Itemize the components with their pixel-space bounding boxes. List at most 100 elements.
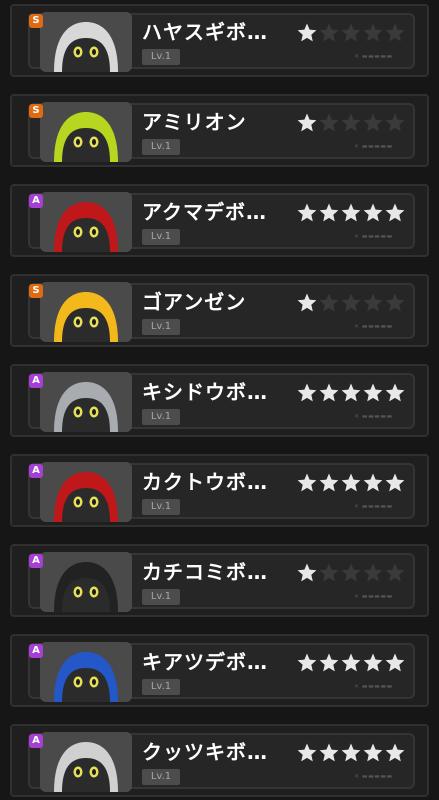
level-badge: Lv.1 bbox=[142, 589, 180, 605]
robot-card-8[interactable]: A キアツデボ… Lv.1 ✕ ▬▬▬▬▬ bbox=[10, 634, 429, 707]
robot-name: ハヤスギボ… bbox=[142, 20, 268, 44]
level-badge: Lv.1 bbox=[142, 319, 180, 335]
star-rating bbox=[296, 472, 406, 494]
blue-robot-portrait bbox=[40, 642, 132, 702]
star-empty-icon bbox=[384, 562, 406, 584]
star-empty-icon bbox=[362, 22, 384, 44]
robot-name: クッツキボ… bbox=[142, 740, 268, 764]
star-filled-icon bbox=[340, 202, 362, 224]
rank-badge: A bbox=[29, 194, 43, 208]
star-rating bbox=[296, 22, 406, 44]
star-rating bbox=[296, 382, 406, 404]
star-filled-icon bbox=[296, 22, 318, 44]
robot-name: カクトウボ… bbox=[142, 470, 268, 494]
star-empty-icon bbox=[340, 112, 362, 134]
star-filled-icon bbox=[362, 472, 384, 494]
samurai-robot-portrait bbox=[40, 552, 132, 612]
level-badge: Lv.1 bbox=[142, 499, 180, 515]
star-filled-icon bbox=[384, 202, 406, 224]
robot-name: アクマデボ… bbox=[142, 200, 267, 224]
star-empty-icon bbox=[318, 292, 340, 314]
star-empty-icon bbox=[362, 292, 384, 314]
star-filled-icon bbox=[340, 652, 362, 674]
robot-card-3[interactable]: A アクマデボ… Lv.1 ✕ ▬▬▬▬▬ bbox=[10, 184, 429, 257]
star-empty-icon bbox=[384, 292, 406, 314]
star-empty-icon bbox=[362, 112, 384, 134]
star-filled-icon bbox=[296, 382, 318, 404]
star-rating bbox=[296, 562, 406, 584]
star-filled-icon bbox=[296, 202, 318, 224]
star-filled-icon bbox=[296, 112, 318, 134]
rank-badge: A bbox=[29, 554, 43, 568]
green-rabbit-robot-portrait bbox=[40, 102, 132, 162]
robot-name: ゴアンゼン bbox=[142, 290, 247, 314]
rank-badge: A bbox=[29, 734, 43, 748]
star-empty-icon bbox=[340, 562, 362, 584]
star-filled-icon bbox=[340, 742, 362, 764]
star-empty-icon bbox=[340, 22, 362, 44]
robot-card-5[interactable]: A キシドウボ… Lv.1 ✕ ▬▬▬▬▬ bbox=[10, 364, 429, 437]
robot-card-2[interactable]: S アミリオン Lv.1 ✕ ▬▬▬▬▬ bbox=[10, 94, 429, 167]
fighter-robot-portrait bbox=[40, 462, 132, 522]
star-filled-icon bbox=[384, 652, 406, 674]
star-empty-icon bbox=[362, 562, 384, 584]
star-filled-icon bbox=[318, 472, 340, 494]
robot-name: アミリオン bbox=[142, 110, 247, 134]
level-badge: Lv.1 bbox=[142, 769, 180, 785]
robot-card-4[interactable]: S ゴアンゼン Lv.1 ✕ ▬▬▬▬▬ bbox=[10, 274, 429, 347]
card-tag-deco: ✕ ▬▬▬▬▬ bbox=[354, 503, 393, 510]
rank-badge: S bbox=[29, 14, 43, 28]
star-filled-icon bbox=[362, 652, 384, 674]
robot-card-6[interactable]: A カクトウボ… Lv.1 ✕ ▬▬▬▬▬ bbox=[10, 454, 429, 527]
knight-robot-portrait bbox=[40, 372, 132, 432]
rank-badge: S bbox=[29, 104, 43, 118]
star-filled-icon bbox=[384, 742, 406, 764]
star-rating bbox=[296, 742, 406, 764]
star-rating bbox=[296, 652, 406, 674]
level-badge: Lv.1 bbox=[142, 409, 180, 425]
star-filled-icon bbox=[296, 742, 318, 764]
star-filled-icon bbox=[340, 472, 362, 494]
star-filled-icon bbox=[362, 742, 384, 764]
star-filled-icon bbox=[318, 202, 340, 224]
rank-badge: S bbox=[29, 284, 43, 298]
level-badge: Lv.1 bbox=[142, 49, 180, 65]
card-tag-deco: ✕ ▬▬▬▬▬ bbox=[354, 773, 393, 780]
star-filled-icon bbox=[362, 382, 384, 404]
rank-badge: A bbox=[29, 374, 43, 388]
star-filled-icon bbox=[318, 742, 340, 764]
star-filled-icon bbox=[362, 202, 384, 224]
rank-badge: A bbox=[29, 464, 43, 478]
star-filled-icon bbox=[384, 382, 406, 404]
card-tag-deco: ✕ ▬▬▬▬▬ bbox=[354, 593, 393, 600]
card-tag-deco: ✕ ▬▬▬▬▬ bbox=[354, 323, 393, 330]
star-filled-icon bbox=[296, 292, 318, 314]
hardhat-robot-portrait bbox=[40, 282, 132, 342]
star-empty-icon bbox=[340, 292, 362, 314]
robot-card-7[interactable]: A カチコミボ… Lv.1 ✕ ▬▬▬▬▬ bbox=[10, 544, 429, 617]
robot-card-1[interactable]: S ハヤスギボ… Lv.1 ✕ ▬▬▬▬▬ bbox=[10, 4, 429, 77]
robot-name: カチコミボ… bbox=[142, 560, 268, 584]
red-devil-robot-portrait bbox=[40, 192, 132, 252]
star-rating bbox=[296, 112, 406, 134]
robot-card-9[interactable]: A クッツキボ… Lv.1 ✕ ▬▬▬▬▬ bbox=[10, 724, 429, 797]
star-empty-icon bbox=[318, 562, 340, 584]
star-filled-icon bbox=[318, 382, 340, 404]
star-empty-icon bbox=[384, 22, 406, 44]
card-tag-deco: ✕ ▬▬▬▬▬ bbox=[354, 233, 393, 240]
rank-badge: A bbox=[29, 644, 43, 658]
star-filled-icon bbox=[296, 652, 318, 674]
robot-name: キシドウボ… bbox=[142, 380, 268, 404]
star-rating bbox=[296, 292, 406, 314]
card-tag-deco: ✕ ▬▬▬▬▬ bbox=[354, 143, 393, 150]
magnet-robot-portrait bbox=[40, 732, 132, 792]
star-filled-icon bbox=[384, 472, 406, 494]
goggles-robot-portrait bbox=[40, 12, 132, 72]
card-tag-deco: ✕ ▬▬▬▬▬ bbox=[354, 53, 393, 60]
level-badge: Lv.1 bbox=[142, 229, 180, 245]
star-empty-icon bbox=[318, 22, 340, 44]
star-filled-icon bbox=[340, 382, 362, 404]
robot-name: キアツデボ… bbox=[142, 650, 268, 674]
level-badge: Lv.1 bbox=[142, 679, 180, 695]
star-empty-icon bbox=[318, 112, 340, 134]
